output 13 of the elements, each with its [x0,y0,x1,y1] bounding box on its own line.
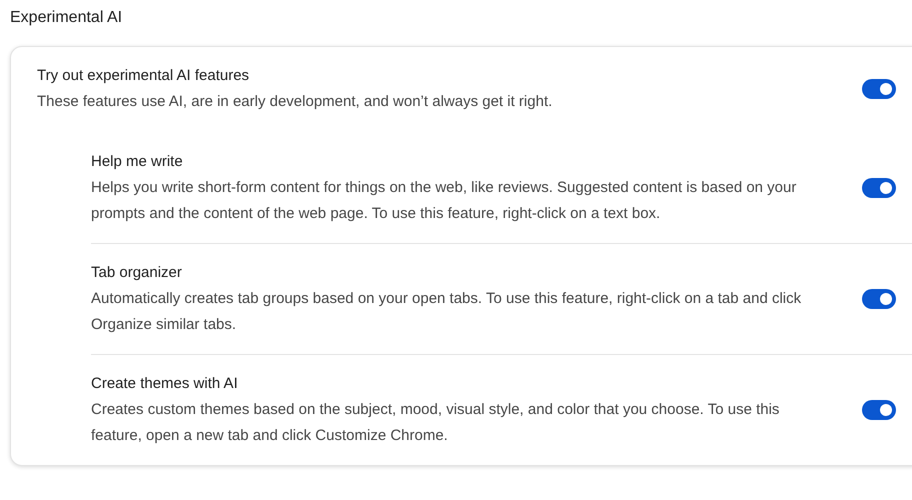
toggle-switch[interactable] [862,79,896,99]
setting-description: Creates custom themes based on the subject, mood, visual style, and color that you choose. To use this feature, open a new tab and click Customize Chrome. [91,400,780,446]
setting-description: Automatically creates tab groups based on your open tabs. To use this feature, right-click on a tab and click Organize similar tabs. [91,289,802,335]
setting-description: Helps you write short-form content for things on the web, like reviews. Suggested content is based on your prompts and the content of the web page. To use this feature, right-click on a text box. [91,178,798,224]
toggle-switch[interactable] [862,178,896,198]
toggle-switch[interactable] [862,289,896,309]
section-title: Experimental AI [9,8,124,28]
setting-title: Help me write [91,152,184,172]
setting-description: These features use AI, are in early development, and won’t always get it right. [37,92,554,112]
setting-title: Try out experimental AI features [37,66,250,86]
setting-title: Tab organizer [91,263,183,283]
setting-title: Create themes with AI [91,374,239,394]
toggle-switch[interactable] [862,400,896,420]
